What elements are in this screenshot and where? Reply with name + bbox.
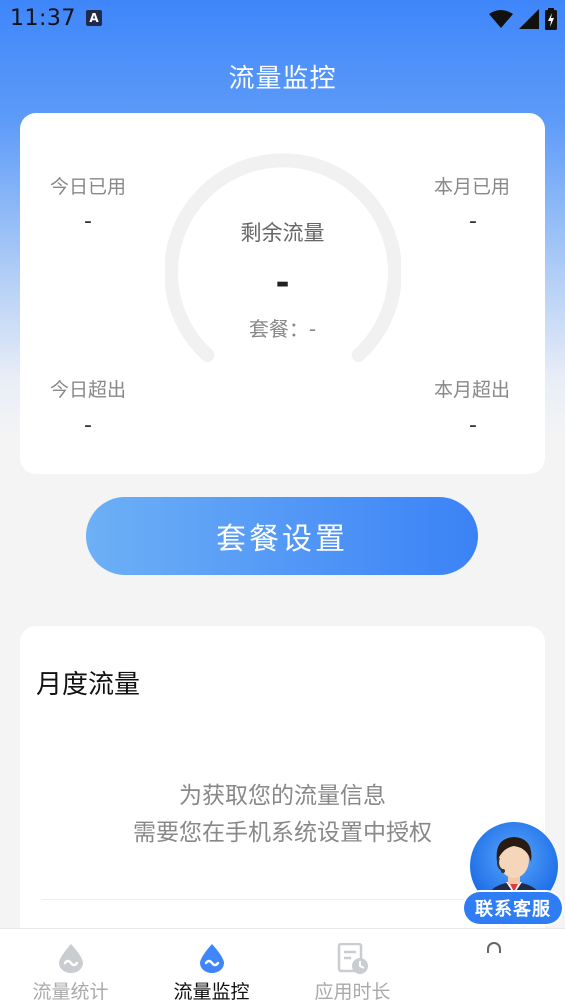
month-over-label: 本月超出 [434, 379, 511, 401]
tab-traffic-stats-label: 流量统计 [32, 981, 109, 1003]
tab-app-usage-label: 应用时长 [314, 981, 391, 1003]
water-drop-icon [58, 944, 83, 973]
contact-support-button[interactable]: 联系客服 [462, 822, 564, 926]
battery-icon [545, 8, 557, 30]
tab-traffic-monitor-label: 流量监控 [173, 981, 250, 1003]
page-title: 流量监控 [228, 64, 337, 94]
water-drop-icon [199, 944, 224, 973]
plan-settings-button[interactable]: 套餐设置 [86, 497, 478, 575]
wifi-icon [489, 10, 513, 28]
gauge-value: - [275, 263, 290, 303]
month-over-value: - [469, 413, 477, 438]
signal-icon [519, 9, 539, 29]
gauge-title: 剩余流量 [240, 221, 325, 245]
today-over-label: 今日超出 [50, 379, 127, 401]
today-over-value: - [84, 413, 92, 438]
divider [42, 899, 523, 900]
permission-message-line1: 为获取您的流量信息 [179, 783, 386, 809]
gauge-package: 套餐：- [248, 317, 317, 341]
usage-clock-icon [337, 943, 368, 974]
tab-support[interactable] [423, 929, 564, 1005]
notification-icon: A [86, 10, 102, 26]
monthly-title: 月度流量 [36, 670, 141, 700]
tab-traffic-monitor[interactable]: 流量监控 [141, 929, 282, 1005]
headset-icon [486, 942, 501, 953]
tab-app-usage[interactable]: 应用时长 [282, 929, 423, 1005]
month-used-label: 本月已用 [434, 176, 511, 198]
bottom-nav: 流量统计 流量监控 应用时长 [0, 928, 565, 1005]
today-used-label: 今日已用 [50, 176, 127, 198]
traffic-stats-card: 今日已用 - 本月已用 - 今日超出 - 本月超出 - 剩余流量 - 套餐：- [20, 113, 545, 474]
contact-support-label: 联系客服 [464, 892, 562, 924]
status-icons [489, 8, 557, 30]
status-time: 11:37 [10, 6, 76, 31]
status-bar: 11:37 A [0, 0, 565, 38]
tab-traffic-stats[interactable]: 流量统计 [0, 929, 141, 1005]
